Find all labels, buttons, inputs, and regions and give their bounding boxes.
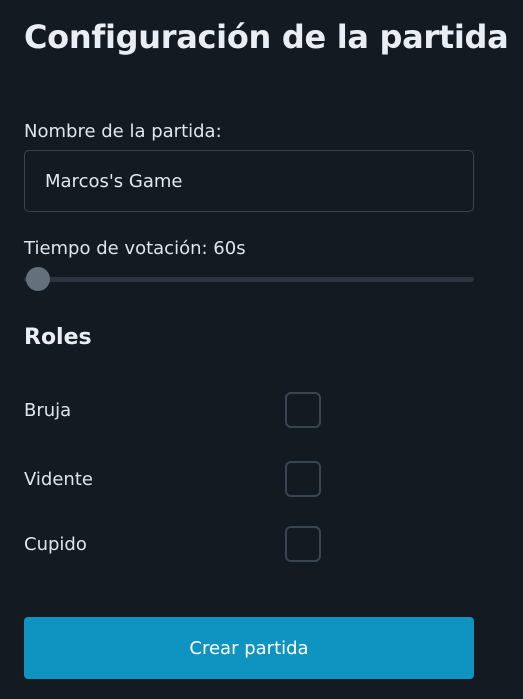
create-game-button[interactable]: Crear partida bbox=[24, 617, 474, 679]
role-row-cupido[interactable]: Cupido bbox=[24, 526, 324, 566]
bruja-checkbox[interactable] bbox=[285, 392, 321, 428]
vidente-checkbox[interactable] bbox=[285, 461, 321, 497]
slider-track[interactable] bbox=[24, 277, 474, 282]
game-name-label: Nombre de la partida: bbox=[24, 121, 222, 142]
game-name-input[interactable] bbox=[24, 150, 474, 212]
roles-heading: Roles bbox=[24, 325, 92, 350]
role-label: Vidente bbox=[24, 469, 93, 490]
page-title: Configuración de la partida bbox=[24, 18, 509, 56]
role-row-bruja[interactable]: Bruja bbox=[24, 392, 324, 432]
slider-thumb[interactable] bbox=[26, 267, 50, 291]
role-row-vidente[interactable]: Vidente bbox=[24, 461, 324, 501]
vote-time-label: Tiempo de votación: 60s bbox=[24, 238, 246, 259]
vote-time-slider[interactable] bbox=[24, 265, 474, 295]
role-label: Cupido bbox=[24, 534, 87, 555]
role-label: Bruja bbox=[24, 400, 72, 421]
cupido-checkbox[interactable] bbox=[285, 526, 321, 562]
